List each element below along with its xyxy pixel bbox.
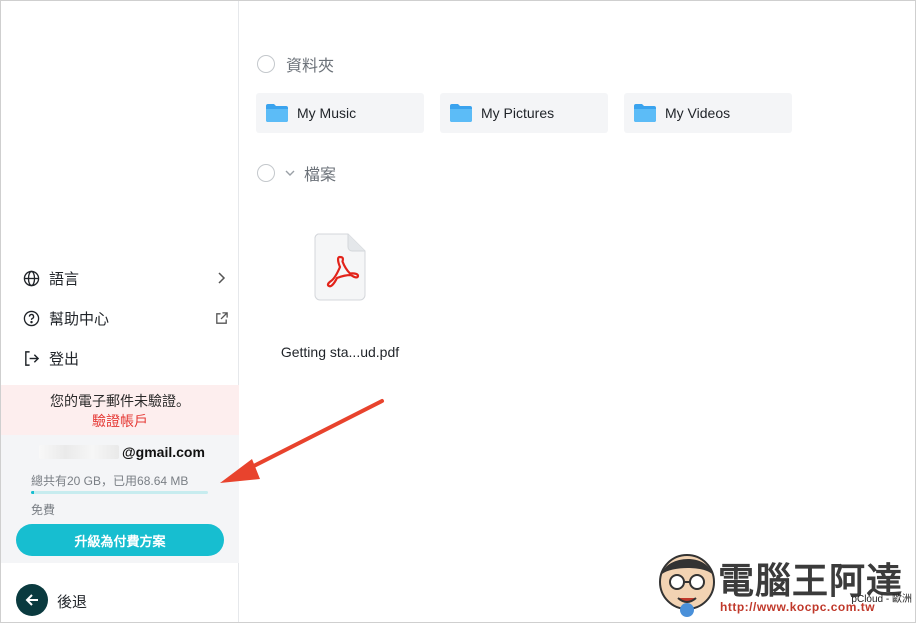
pdf-file-icon [314,233,366,301]
folder-name: My Music [297,105,357,121]
mascot-logo-icon [659,554,715,617]
upgrade-button[interactable]: 升級為付費方案 [16,524,224,556]
sidebar: 語言 幫助中心 登出 您的電子郵件未驗證。 驗證帳戶 @gmail.com 總共… [1,1,239,622]
folder-item[interactable]: My Music [256,93,424,133]
globe-icon [22,269,40,287]
files-section-header: 檔案 [257,161,336,185]
select-all-folders-checkbox[interactable] [257,55,275,73]
folders-section-title: 資料夾 [286,58,335,75]
account-panel: @gmail.com 總共有20 GB，已用68.64 MB 免費 升級為付費方… [1,435,239,563]
menu-item-logout[interactable]: 登出 [1,340,239,376]
logout-icon [22,349,40,367]
email-verification-banner: 您的電子郵件未驗證。 驗證帳戶 [1,385,239,435]
file-name: Getting sta...ud.pdf [280,344,400,360]
help-circle-icon [22,309,40,327]
watermark: 電腦王阿達 pCloud - 歐洲 http://www.kocpc.com.t… [650,544,916,623]
menu-item-help-center[interactable]: 幫助中心 [1,300,239,336]
menu-item-language[interactable]: 語言 [1,260,239,296]
back-button[interactable]: 後退 [1,581,239,619]
verification-message: 您的電子郵件未驗證。 [50,393,190,409]
chevron-down-icon[interactable] [284,168,296,178]
arrow-left-icon [16,584,48,616]
folder-item[interactable]: My Pictures [440,93,608,133]
folder-icon [266,104,288,122]
folder-icon [450,104,472,122]
plan-label: 免費 [31,503,56,517]
redacted-email-user [39,445,119,459]
chevron-right-icon [213,270,229,286]
folder-item[interactable]: My Videos [624,93,792,133]
storage-usage-text: 總共有20 GB，已用68.64 MB [31,474,189,488]
folder-icon [634,104,656,122]
folder-name: My Videos [665,105,731,121]
files-section-title: 檔案 [304,167,337,184]
menu-item-label: 語言 [49,270,80,288]
watermark-url: http://www.kocpc.com.tw [720,600,876,614]
verify-account-link[interactable]: 驗證帳戶 [1,411,239,431]
annotation-arrow-icon [220,399,384,483]
account-email: @gmail.com [122,444,205,460]
folder-name: My Pictures [481,105,555,121]
storage-progress-bar [31,491,208,494]
storage-progress-fill [31,491,34,494]
file-item[interactable]: Getting sta...ud.pdf [270,225,410,365]
back-label: 後退 [57,594,88,611]
select-all-files-checkbox[interactable] [257,164,275,182]
menu-item-label: 幫助中心 [49,310,110,328]
menu-item-label: 登出 [49,350,80,368]
external-link-icon [213,310,229,326]
folders-section-header: 資料夾 [257,52,334,76]
